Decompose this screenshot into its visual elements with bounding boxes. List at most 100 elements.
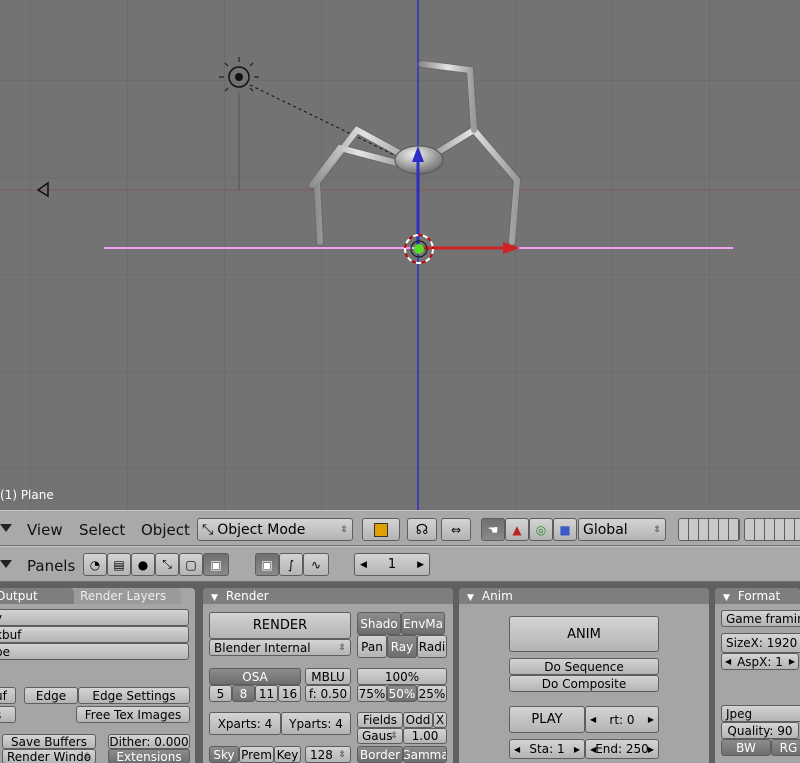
end-frame-field[interactable]: ◀ End: 250 ▶ <box>585 739 659 759</box>
backbuf-fragment: kbuf <box>0 627 22 642</box>
save-buffers-button[interactable]: Save Buffers <box>2 734 96 749</box>
output-path-field[interactable]: y <box>0 609 189 626</box>
anim-subtab-button[interactable]: ∫ <box>279 553 303 576</box>
edge-settings-button[interactable]: Edge Settings <box>78 687 190 704</box>
tab-output[interactable]: Output <box>0 588 74 604</box>
threads-button[interactable]: s <box>0 706 16 723</box>
dither-field[interactable]: Dither: 0.000 <box>108 734 190 749</box>
play-button[interactable]: PLAY <box>509 706 585 733</box>
format-panel-title[interactable]: Format <box>715 588 800 604</box>
key-toggle[interactable]: Key <box>274 746 301 763</box>
aspx-field[interactable]: ◀ AspX: 1 ▶ <box>721 653 799 670</box>
scale-manipulator-button[interactable]: ◎ <box>529 518 553 541</box>
panels-label[interactable]: Panels <box>27 557 75 575</box>
rgb-toggle[interactable]: RG <box>771 739 800 756</box>
filter-type-select[interactable]: Gaus ⇳ <box>357 728 403 744</box>
collapse-triangle-icon[interactable] <box>0 524 12 532</box>
square-manipulator-button[interactable]: ■ <box>553 518 577 541</box>
menu-object[interactable]: Object <box>141 521 190 539</box>
mode-select[interactable]: ⤡ Object Mode ⇳ <box>197 518 353 541</box>
size-75-button[interactable]: 75% <box>357 685 387 702</box>
orientation-select[interactable]: Global ⇳ <box>578 518 666 541</box>
pano-toggle[interactable]: Pan <box>357 635 387 658</box>
sound-subtab-button[interactable]: ∿ <box>303 553 329 576</box>
translate-manipulator-button[interactable]: ☚ <box>481 518 505 541</box>
layer-buttons-1[interactable] <box>678 518 740 541</box>
size-100-button[interactable]: 100% <box>357 668 447 685</box>
triangle-icon: ▲ <box>512 522 522 537</box>
gamma-toggle[interactable]: Gamma <box>403 746 447 763</box>
bits-select[interactable]: 128 ⇳ <box>305 746 351 763</box>
collapse-triangle-icon[interactable] <box>0 560 12 568</box>
chevron-updown-icon: ⇳ <box>340 524 348 535</box>
curve-icon: ∫ <box>287 557 295 572</box>
mblur-toggle[interactable]: MBLU <box>305 668 351 685</box>
widget-toggle[interactable]: ⇔ <box>441 518 471 541</box>
file-type-select[interactable]: Jpeg <box>721 705 800 722</box>
3d-viewport[interactable]: (1) Plane <box>0 0 800 510</box>
backbuf-path-field[interactable]: kbuf <box>0 626 189 643</box>
mblur-factor-field[interactable]: f: 0.50 <box>305 685 351 702</box>
frame-number-field[interactable]: ◀ 1 ▶ <box>354 553 430 576</box>
render-panel-title[interactable]: Render <box>203 588 453 604</box>
do-composite-toggle[interactable]: Do Composite <box>509 675 659 692</box>
anim-panel-title[interactable]: Anim <box>459 588 709 604</box>
extensions-button[interactable]: Extensions <box>108 749 190 763</box>
game-framing-button[interactable]: Game framing <box>721 610 800 627</box>
bw-toggle[interactable]: BW <box>721 739 771 756</box>
free-tex-images-button[interactable]: Free Tex Images <box>76 706 190 723</box>
anim-button[interactable]: ANIM <box>509 616 659 652</box>
shading-tab-button[interactable]: ● <box>131 553 155 576</box>
sky-toggle[interactable]: Sky <box>209 746 239 763</box>
menu-select[interactable]: Select <box>79 521 125 539</box>
yparts-field[interactable]: Yparts: 4 <box>281 712 351 735</box>
premul-toggle[interactable]: Prem <box>239 746 274 763</box>
layer-buttons-2[interactable] <box>744 518 800 541</box>
tab-render-layers[interactable]: Render Layers <box>74 588 181 604</box>
script-tab-button[interactable]: ▤ <box>107 553 131 576</box>
render-engine-select[interactable]: Blender Internal ⇳ <box>209 639 351 656</box>
fields-toggle[interactable]: Fields <box>357 712 403 728</box>
pivot-select[interactable]: ☊ <box>407 518 437 541</box>
size-25-button[interactable]: 25% <box>417 685 447 702</box>
start-frame-field[interactable]: ◀ Sta: 1 ▶ <box>509 739 585 759</box>
draw-type-select[interactable] <box>362 518 400 541</box>
osa-16-button[interactable]: 16 <box>278 685 301 702</box>
logic-tab-button[interactable]: ◔ <box>83 553 107 576</box>
osa-toggle[interactable]: OSA <box>209 668 301 685</box>
editing-tab-button[interactable]: ▢ <box>179 553 203 576</box>
viewport-canvas[interactable] <box>0 0 800 510</box>
rotate-manipulator-button[interactable]: ▲ <box>505 518 529 541</box>
x-toggle[interactable]: X <box>433 712 447 728</box>
dispwin-button[interactable]: uf <box>0 687 16 704</box>
render-window-select[interactable]: Render Windo ⇳ <box>2 749 96 763</box>
scene-tab-button[interactable]: ▣ <box>203 553 229 576</box>
do-sequence-toggle[interactable]: Do Sequence <box>509 658 659 675</box>
sizex-field[interactable]: SizeX: 1920 <box>721 633 800 653</box>
menu-view[interactable]: View <box>27 521 63 539</box>
osa-5-button[interactable]: 5 <box>209 685 232 702</box>
quality-field[interactable]: Quality: 90 <box>721 722 799 739</box>
odd-toggle[interactable]: Odd <box>403 712 433 728</box>
border-toggle[interactable]: Border <box>357 746 403 763</box>
shadow-toggle[interactable]: Shado <box>357 612 401 635</box>
ray-toggle[interactable]: Ray <box>387 635 417 658</box>
ftype-path-field[interactable]: be <box>0 643 189 660</box>
osa-11-button[interactable]: 11 <box>255 685 278 702</box>
radio-toggle[interactable]: Radi <box>417 635 447 658</box>
filter-size-field[interactable]: 1.00 <box>403 728 447 744</box>
envmap-toggle[interactable]: EnvMa <box>401 612 445 635</box>
osa-8-button[interactable]: 8 <box>232 685 255 702</box>
output-path-fragment: y <box>0 611 2 625</box>
chevron-updown-icon: ⇳ <box>390 731 398 741</box>
render-subtab-button[interactable]: ▣ <box>255 553 279 576</box>
mode-label: Object Mode <box>217 521 306 538</box>
xparts-field[interactable]: Xparts: 4 <box>209 712 281 735</box>
right-arrow-icon: ▶ <box>788 657 795 666</box>
size-50-button[interactable]: 50% <box>387 685 417 702</box>
object-tab-button[interactable]: ⤡ <box>155 553 179 576</box>
render-button[interactable]: RENDER <box>209 612 351 639</box>
edge-button[interactable]: Edge <box>24 687 78 704</box>
left-arrow-icon: ◀ <box>590 715 597 724</box>
rt-field[interactable]: ◀ rt: 0 ▶ <box>585 706 659 733</box>
